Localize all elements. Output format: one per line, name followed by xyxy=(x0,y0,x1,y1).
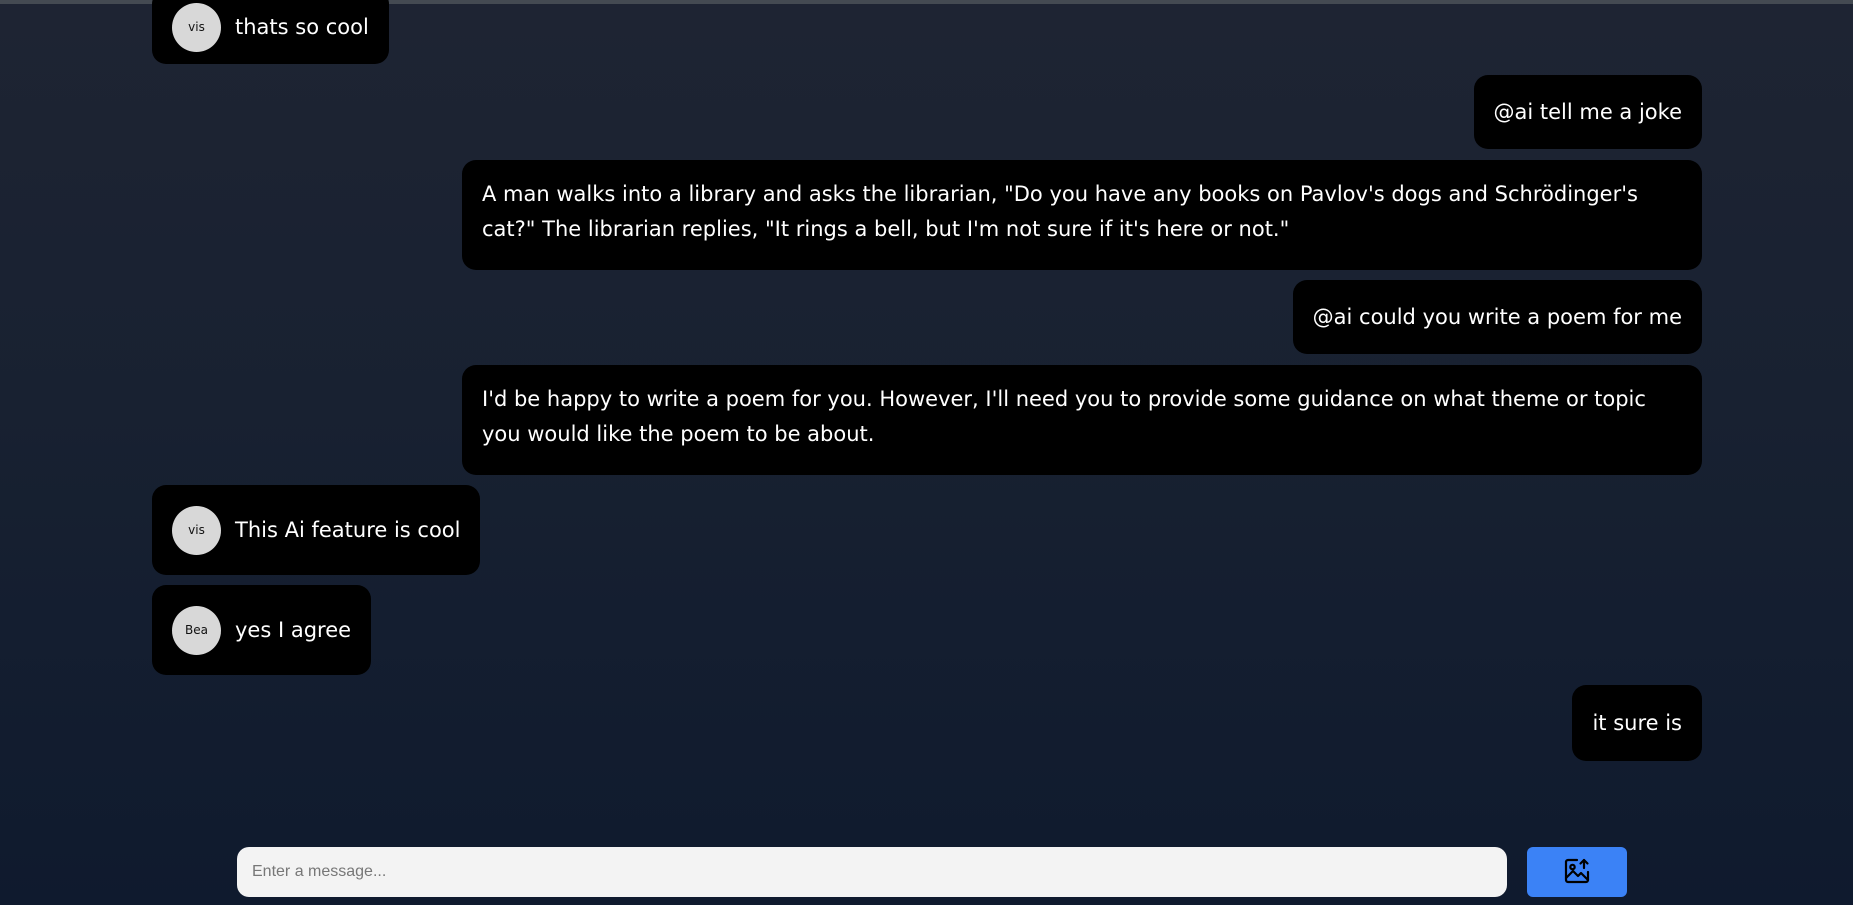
avatar: vis xyxy=(172,2,221,52)
message-bubble: @ai tell me a joke xyxy=(1473,75,1702,149)
message-bubble: I'd be happy to write a poem for you. Ho… xyxy=(462,365,1702,475)
message-bubble: vis This Ai feature is cool xyxy=(152,485,481,575)
chat-message-list[interactable]: vis thats so cool @ai tell me a joke A m… xyxy=(152,0,1702,820)
message-text: @ai tell me a joke xyxy=(1493,99,1683,124)
message-bubble: @ai could you write a poem for me xyxy=(1292,280,1702,354)
avatar: vis xyxy=(172,505,221,555)
image-upload-button[interactable] xyxy=(1527,847,1627,897)
image-upload-icon xyxy=(1563,857,1591,888)
message-bubble: it sure is xyxy=(1572,685,1702,761)
avatar: Bea xyxy=(172,605,221,655)
message-text: I'd be happy to write a poem for you. Ho… xyxy=(482,387,1646,446)
message-text: thats so cool xyxy=(235,14,369,39)
message-text: it sure is xyxy=(1592,710,1682,735)
message-bubble: A man walks into a library and asks the … xyxy=(462,160,1702,270)
message-bubble: Bea yes I agree xyxy=(152,585,372,675)
message-text: yes I agree xyxy=(235,617,352,642)
message-text: A man walks into a library and asks the … xyxy=(482,182,1638,241)
message-bubble: vis thats so cool xyxy=(152,0,389,64)
message-input[interactable] xyxy=(237,847,1507,897)
message-text: This Ai feature is cool xyxy=(235,517,461,542)
message-text: @ai could you write a poem for me xyxy=(1312,304,1682,329)
